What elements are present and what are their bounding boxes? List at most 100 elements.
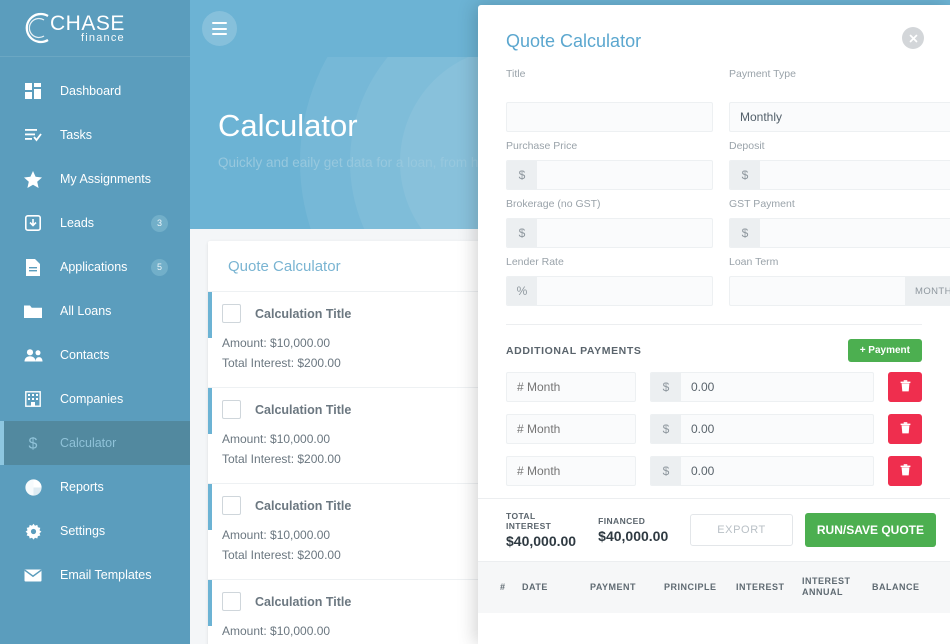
run-save-quote-button[interactable]: RUN/SAVE QUOTE bbox=[804, 513, 936, 547]
sidebar-item-dashboard[interactable]: Dashboard bbox=[0, 69, 190, 113]
payment-amount-input[interactable] bbox=[681, 373, 873, 401]
loan-term-unit: MONTHS bbox=[905, 277, 950, 305]
hamburger-line bbox=[212, 22, 227, 25]
sidebar-item-label: Tasks bbox=[60, 128, 92, 142]
brokerage-input[interactable] bbox=[537, 219, 712, 247]
sidebar-item-settings[interactable]: Settings bbox=[0, 509, 190, 553]
field-title: Title bbox=[506, 68, 713, 132]
column-header-date: DATE bbox=[522, 581, 548, 592]
percent-icon: % bbox=[507, 277, 537, 305]
payment-amount-wrap: $ bbox=[650, 456, 874, 486]
payment-month-input[interactable] bbox=[506, 456, 636, 486]
field-label: Brokerage (no GST) bbox=[506, 198, 601, 210]
dollar-icon: $ bbox=[651, 415, 681, 443]
document-icon bbox=[22, 256, 44, 278]
column-header-number: # bbox=[500, 581, 506, 592]
financed-block: FINANCED $40,000.00 bbox=[598, 516, 668, 544]
financed-label: FINANCED bbox=[598, 516, 646, 526]
dollar-icon: $ bbox=[730, 219, 760, 247]
sidebar-item-label: My Assignments bbox=[60, 172, 152, 186]
payment-month-input[interactable] bbox=[506, 372, 636, 402]
sidebar-item-email-templates[interactable]: Email Templates bbox=[0, 553, 190, 597]
calculation-title: Calculation Title bbox=[255, 594, 352, 609]
row-checkbox[interactable] bbox=[222, 304, 241, 323]
calculation-title: Calculation Title bbox=[255, 498, 352, 513]
payment-amount-wrap: $ bbox=[650, 414, 874, 444]
row-checkbox[interactable] bbox=[222, 592, 241, 611]
column-header-balance: BALANCE bbox=[872, 581, 920, 592]
payment-amount-input[interactable] bbox=[681, 415, 873, 443]
additional-payments-rows: $ $ bbox=[478, 362, 950, 486]
sidebar-item-reports[interactable]: Reports bbox=[0, 465, 190, 509]
dollar-icon: $ bbox=[22, 432, 44, 454]
payment-type-value: Monthly bbox=[740, 110, 783, 124]
sidebar-item-all-loans[interactable]: All Loans bbox=[0, 289, 190, 333]
purchase-price-input[interactable] bbox=[537, 161, 712, 189]
sidebar-item-leads[interactable]: Leads 3 bbox=[0, 201, 190, 245]
inbox-down-icon bbox=[22, 212, 44, 234]
field-brokerage: Brokerage (no GST) $ bbox=[506, 198, 713, 248]
svg-text:$: $ bbox=[29, 436, 38, 453]
field-label: GST Payment bbox=[729, 198, 795, 210]
brokerage-wrap: $ bbox=[506, 218, 713, 248]
folder-icon bbox=[22, 300, 44, 322]
purchase-price-wrap: $ bbox=[506, 160, 713, 190]
sidebar-item-contacts[interactable]: Contacts bbox=[0, 333, 190, 377]
payment-month-wrap bbox=[506, 456, 636, 486]
dollar-icon: $ bbox=[651, 373, 681, 401]
sidebar-item-companies[interactable]: Companies bbox=[0, 377, 190, 421]
delete-payment-button[interactable] bbox=[888, 372, 922, 402]
payment-amount-input[interactable] bbox=[681, 457, 873, 485]
gear-icon bbox=[22, 520, 44, 542]
column-header-interest-annual: INTEREST ANNUAL bbox=[802, 576, 851, 598]
trash-icon bbox=[900, 421, 911, 437]
add-payment-button[interactable]: + Payment bbox=[847, 339, 922, 362]
additional-payments-title: ADDITIONAL PAYMENTS bbox=[506, 344, 642, 357]
sidebar-item-tasks[interactable]: Tasks bbox=[0, 113, 190, 157]
modal-title: Quote Calculator bbox=[506, 31, 642, 51]
sidebar-item-applications[interactable]: Applications 5 bbox=[0, 245, 190, 289]
sidebar-item-my-assignments[interactable]: My Assignments bbox=[0, 157, 190, 201]
field-label: Loan Term bbox=[729, 256, 779, 268]
sidebar-item-label: Dashboard bbox=[60, 84, 122, 98]
trash-icon bbox=[900, 463, 911, 479]
field-purchase-price: Purchase Price $ bbox=[506, 140, 713, 190]
title-input[interactable] bbox=[506, 102, 713, 132]
dollar-icon: $ bbox=[651, 457, 681, 485]
export-button[interactable]: EXPORT bbox=[690, 514, 793, 546]
delete-payment-button[interactable] bbox=[888, 414, 922, 444]
app-root: CHASE finance Dashboard Tasks My Assignm… bbox=[0, 0, 950, 644]
total-interest-block: TOTAL INTEREST $40,000.00 bbox=[506, 511, 576, 549]
sidebar-item-label: All Loans bbox=[60, 304, 112, 318]
gst-payment-wrap: $ bbox=[729, 218, 950, 248]
additional-payment-row: $ bbox=[506, 456, 922, 486]
sidebar-item-calculator[interactable]: $ Calculator bbox=[0, 421, 190, 465]
sidebar-item-label: Companies bbox=[60, 392, 124, 406]
row-checkbox[interactable] bbox=[222, 496, 241, 515]
grid-icon bbox=[22, 80, 44, 102]
logo[interactable]: CHASE finance bbox=[0, 0, 190, 57]
gst-payment-input[interactable] bbox=[760, 219, 950, 247]
sidebar-item-label: Reports bbox=[60, 480, 104, 494]
checklist-icon bbox=[22, 124, 44, 146]
lender-rate-input[interactable] bbox=[537, 277, 712, 305]
schedule-table-header: # DATE PAYMENT PRINCIPLE INTEREST INTERE… bbox=[478, 561, 950, 613]
payment-month-input[interactable] bbox=[506, 414, 636, 444]
menu-toggle-button[interactable] bbox=[202, 11, 237, 46]
calculation-title: Calculation Title bbox=[255, 306, 352, 321]
field-gst-payment: GST Payment $ bbox=[729, 198, 950, 248]
envelope-icon bbox=[22, 564, 44, 586]
row-checkbox[interactable] bbox=[222, 400, 241, 419]
pie-chart-icon bbox=[22, 476, 44, 498]
loan-term-input[interactable] bbox=[730, 277, 905, 305]
delete-payment-button[interactable] bbox=[888, 456, 922, 486]
dollar-icon: $ bbox=[507, 219, 537, 247]
close-icon[interactable] bbox=[902, 27, 924, 49]
loan-term-wrap: MONTHS bbox=[729, 276, 950, 306]
deposit-input[interactable] bbox=[760, 161, 950, 189]
additional-payment-row: $ bbox=[506, 372, 922, 402]
sidebar-item-label: Applications bbox=[60, 260, 128, 274]
payment-type-select[interactable]: Monthly bbox=[729, 102, 950, 132]
totals-bar: TOTAL INTEREST $40,000.00 FINANCED $40,0… bbox=[478, 498, 950, 561]
total-interest-value: $40,000.00 bbox=[506, 533, 577, 549]
